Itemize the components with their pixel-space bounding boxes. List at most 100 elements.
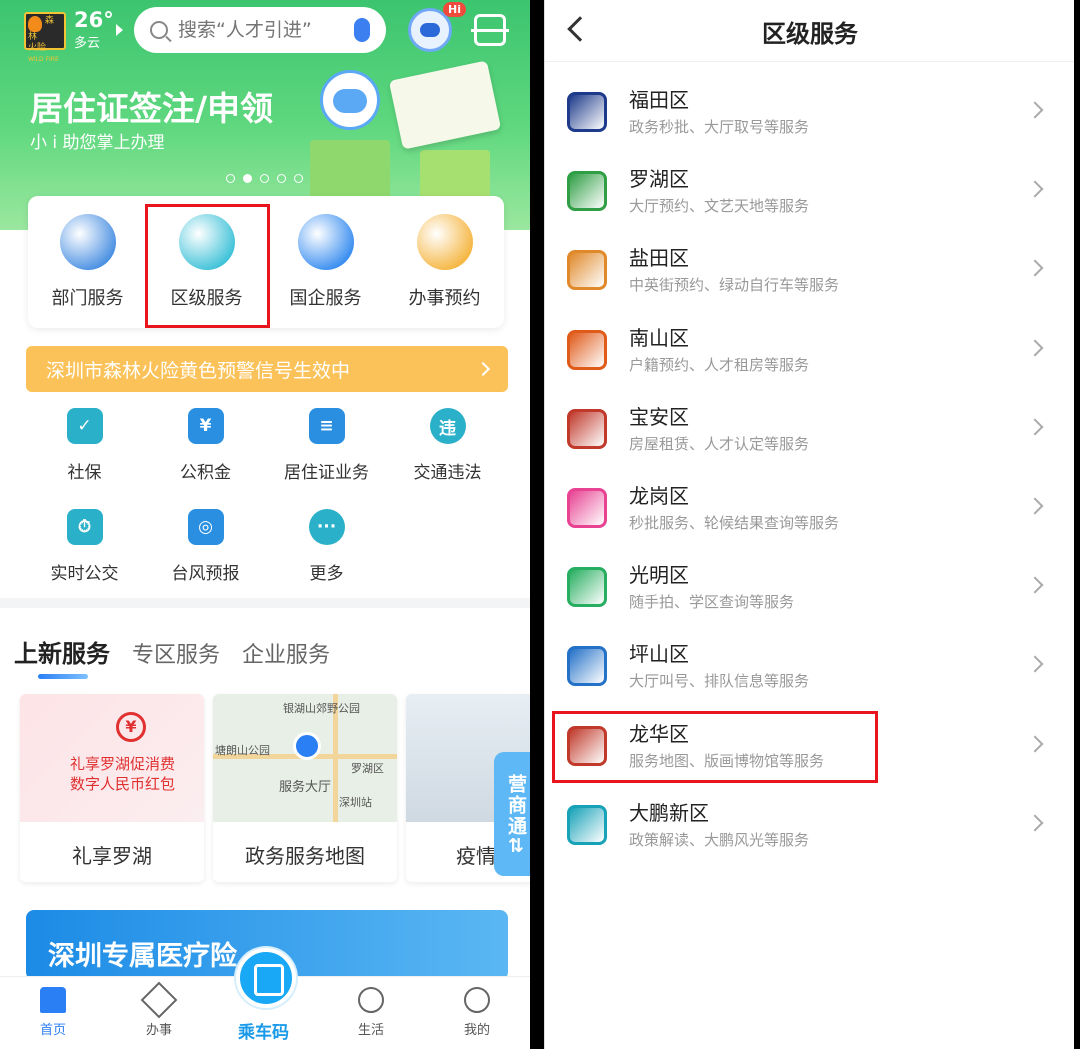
district-item[interactable]: 龙岗区秒批服务、轮候结果查询等服务 xyxy=(545,468,1074,547)
service-0[interactable]: 部门服务 xyxy=(28,196,147,328)
chevron-right-icon xyxy=(1026,497,1044,515)
quick-service-icon: ⏱ xyxy=(66,509,103,545)
business-side-tab[interactable]: 营商通⇄ xyxy=(494,752,530,876)
chevron-right-icon xyxy=(1026,259,1044,277)
page-title: 区级服务 xyxy=(762,20,858,48)
district-item[interactable]: 福田区政务秒批、大厅取号等服务 xyxy=(545,72,1074,151)
district-desc: 大厅预约、文艺天地等服务 xyxy=(629,197,810,216)
card-title: 政务服务地图 xyxy=(245,844,365,868)
district-name: 罗湖区 xyxy=(629,167,689,192)
nav-home[interactable]: 首页 xyxy=(0,977,106,1049)
tab-enterprise-services[interactable]: 企业服务 xyxy=(242,637,330,669)
district-name: 盐田区 xyxy=(629,246,689,271)
right-screen: 区级服务 福田区政务秒批、大厅取号等服务罗湖区大厅预约、文艺天地等服务盐田区 中英… xyxy=(544,0,1074,1049)
heart-icon xyxy=(358,987,384,1013)
search-bar[interactable] xyxy=(134,7,386,53)
quick-service-label: 台风预报 xyxy=(171,564,240,584)
weather-desc: 多云 xyxy=(74,36,101,51)
quick-service-icon: ¥ xyxy=(187,408,224,444)
quick-service-1[interactable]: ¥ 公积金 xyxy=(145,408,266,483)
quick-service-3[interactable]: 违交通违法 xyxy=(387,408,508,483)
assistant-badge: Hi xyxy=(443,2,466,17)
banner-subtitle: 小 i 助您掌上办理 xyxy=(30,133,165,153)
tab-new-services[interactable]: 上新服务 xyxy=(14,634,110,679)
district-desc: 户籍预约、人才租房等服务 xyxy=(629,355,810,374)
send-icon xyxy=(140,981,178,1019)
weather-arrow-icon xyxy=(116,24,123,36)
district-desc: 秒批服务、轮候结果查询等服务 xyxy=(629,513,840,532)
card-title: 礼享罗湖 xyxy=(72,844,152,868)
quick-service-2[interactable]: ≡ 居住证业务 xyxy=(266,408,387,483)
quick-service-5[interactable]: ◎ 台风预报 xyxy=(145,509,266,584)
fire-risk-sign[interactable]: 森林 火险 WILD FIRE xyxy=(24,12,66,63)
district-item[interactable]: 光明区随手拍、学区查询等服务 xyxy=(545,547,1074,626)
district-item[interactable]: 大鹏新区 政策解读、大鹏风光等服务 xyxy=(545,785,1074,864)
district-item[interactable]: 盐田区 中英街预约、绿动自行车等服务 xyxy=(545,230,1074,309)
district-desc: 房屋租赁、人才认定等服务 xyxy=(629,434,810,453)
left-screen: 居住证签注/申领 小 i 助您掌上办理 森林 火险 WILD FIRE 26° … xyxy=(0,0,530,1049)
chevron-right-icon xyxy=(1026,180,1044,198)
user-icon xyxy=(464,987,490,1013)
highlight-box xyxy=(552,711,878,783)
chevron-right-icon xyxy=(1026,655,1044,673)
top-bar: 森林 火险 WILD FIRE 26° 多云 Hi xyxy=(0,0,530,64)
quick-service-4[interactable]: ⏱ 实时公交 xyxy=(24,509,145,584)
quick-service-label: 社保 xyxy=(67,463,102,483)
service-label: 办事预约 xyxy=(408,288,481,309)
carousel-dots xyxy=(226,174,303,183)
search-icon xyxy=(150,21,168,39)
district-name: 南山区 xyxy=(629,325,689,350)
quick-service-6[interactable]: ··· 更多 xyxy=(266,509,387,584)
quick-service-0[interactable]: ✓ 社保 xyxy=(24,408,145,483)
quick-services-grid: ✓ 社保 ¥ 公积金 ≡ 居住证业务违交通违法 ⏱ 实时公交 ◎ 台风预报 ··· 更多 xyxy=(24,408,508,584)
service-3[interactable]: 办事预约 xyxy=(385,196,504,328)
weather-widget[interactable]: 26° 多云 xyxy=(74,8,114,51)
quick-service-icon: ≡ xyxy=(308,408,345,444)
district-logo-icon xyxy=(567,92,607,132)
card-luohu[interactable]: ¥ 礼享罗湖促消费 数字人民币红包 礼享罗湖 xyxy=(20,694,204,882)
district-logo-icon xyxy=(567,487,607,528)
chevron-right-icon xyxy=(475,361,491,377)
scan-icon[interactable] xyxy=(471,14,509,46)
district-logo-icon xyxy=(567,567,607,608)
quick-service-label: 更多 xyxy=(309,564,344,584)
temperature: 26° xyxy=(74,8,114,32)
microphone-icon[interactable] xyxy=(354,18,370,42)
warning-text: 深圳市森林火险黄色预警信号生效中 xyxy=(46,359,351,382)
nav-mine[interactable]: 我的 xyxy=(424,977,530,1049)
district-name: 光明区 xyxy=(629,563,689,588)
district-item[interactable]: 宝安区 房屋租赁、人才认定等服务 xyxy=(545,389,1074,468)
district-desc: 随手拍、学区查询等服务 xyxy=(629,593,795,612)
banner-illustration xyxy=(300,60,510,210)
banner-title: 居住证签注/申领 xyxy=(30,89,274,128)
district-item[interactable]: 南山区户籍预约、人才租房等服务 xyxy=(545,310,1074,389)
district-item[interactable]: 坪山区 大厅叫号、排队信息等服务 xyxy=(545,626,1074,705)
nav-life[interactable]: 生活 xyxy=(318,977,424,1049)
district-name: 坪山区 xyxy=(629,642,689,667)
section-divider xyxy=(0,598,530,608)
service-label: 国企服务 xyxy=(289,288,362,309)
service-2[interactable]: 国企服务 xyxy=(266,196,385,328)
search-input[interactable] xyxy=(178,19,348,41)
service-icon xyxy=(297,214,354,270)
nav-affairs[interactable]: 办事 xyxy=(106,977,212,1049)
district-logo-icon xyxy=(567,408,607,449)
flame-icon xyxy=(28,16,42,32)
service-icon xyxy=(416,214,473,270)
card-service-map[interactable]: 银湖山郊野公园 塘朗山公园 服务大厅 罗湖区 深圳站 政务服务地图 xyxy=(213,694,397,882)
quick-service-icon: ··· xyxy=(308,509,345,545)
quick-service-label: 交通违法 xyxy=(413,463,482,483)
chevron-right-icon xyxy=(1026,101,1044,119)
district-logo-icon xyxy=(567,171,607,212)
district-name: 福田区 xyxy=(629,88,689,112)
chevron-right-icon xyxy=(1026,339,1044,357)
ride-code-button[interactable] xyxy=(236,948,296,1008)
district-item[interactable]: 罗湖区大厅预约、文艺天地等服务 xyxy=(545,151,1074,230)
swap-icon: ⇄ xyxy=(505,836,527,855)
warning-bar[interactable]: 深圳市森林火险黄色预警信号生效中 xyxy=(26,346,508,392)
district-name: 龙岗区 xyxy=(629,483,689,508)
district-desc: 政务秒批、大厅取号等服务 xyxy=(629,118,810,136)
ride-code-label: 乘车码 xyxy=(238,1023,289,1043)
service-icon xyxy=(59,214,116,270)
tab-zone-services[interactable]: 专区服务 xyxy=(132,637,220,669)
